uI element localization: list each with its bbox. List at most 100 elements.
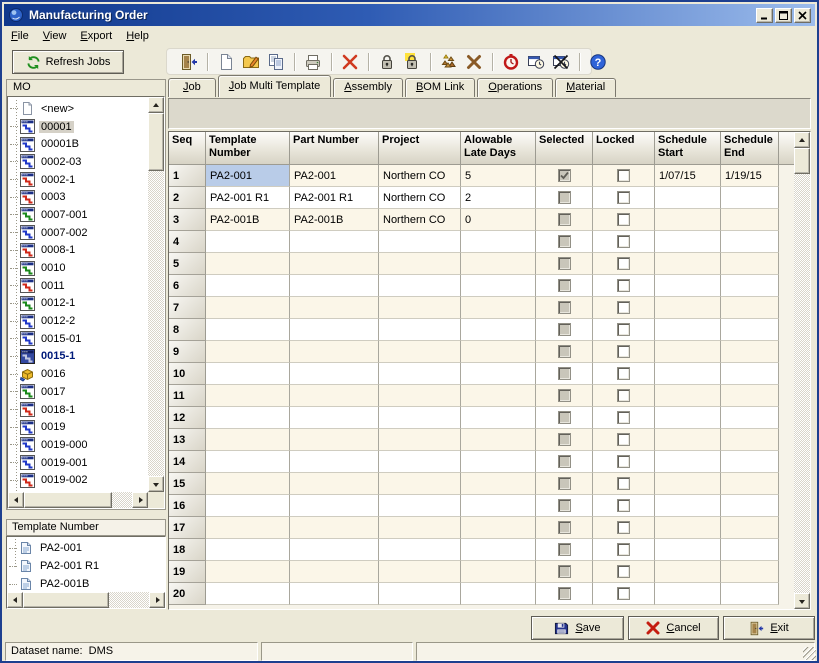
cell-schedule-start[interactable]: [655, 275, 721, 297]
locked-checkbox[interactable]: [617, 213, 630, 226]
cell-template-number[interactable]: [206, 407, 290, 429]
cell-template-number[interactable]: [206, 319, 290, 341]
selected-checkbox[interactable]: [558, 543, 571, 556]
cell-project[interactable]: [379, 385, 461, 407]
cell-schedule-end[interactable]: 1/19/15: [721, 165, 779, 187]
cell-project[interactable]: Northern CO: [379, 209, 461, 231]
cell-allowable-late-days[interactable]: [461, 231, 536, 253]
job-tree-item-0017[interactable]: 0017: [10, 383, 147, 401]
edit-button[interactable]: [240, 51, 262, 73]
locked-checkbox[interactable]: [617, 433, 630, 446]
cell-allowable-late-days[interactable]: [461, 253, 536, 275]
scroll-thumb[interactable]: [148, 113, 164, 171]
cell-allowable-late-days[interactable]: [461, 583, 536, 605]
selected-checkbox[interactable]: [558, 433, 571, 446]
cell-schedule-start[interactable]: [655, 385, 721, 407]
scroll-down-button[interactable]: [148, 476, 164, 492]
column-header-part-number[interactable]: Part Number: [290, 132, 379, 165]
remove-bom-button[interactable]: [463, 51, 485, 73]
scroll-right-button[interactable]: [149, 592, 165, 608]
cell-schedule-start[interactable]: [655, 473, 721, 495]
cell-part-number[interactable]: [290, 429, 379, 451]
job-tree-item-0002-03[interactable]: 0002-03: [10, 153, 147, 171]
cell-allowable-late-days[interactable]: [461, 429, 536, 451]
cell-allowable-late-days[interactable]: [461, 319, 536, 341]
selected-checkbox[interactable]: [558, 213, 571, 226]
column-header-seq[interactable]: Seq: [169, 132, 206, 165]
template-item-pa2-001b[interactable]: PA2-001B: [9, 575, 164, 593]
selected-checkbox[interactable]: [558, 521, 571, 534]
cell-schedule-start[interactable]: [655, 495, 721, 517]
selected-checkbox[interactable]: [558, 301, 571, 314]
row-header-1[interactable]: 1: [169, 165, 206, 187]
cell-schedule-start[interactable]: [655, 341, 721, 363]
locked-checkbox[interactable]: [617, 521, 630, 534]
selected-checkbox[interactable]: [558, 257, 571, 270]
cell-part-number[interactable]: [290, 385, 379, 407]
job-tree-horizontal-scrollbar[interactable]: [8, 492, 148, 508]
scroll-up-button[interactable]: [794, 132, 810, 148]
cell-project[interactable]: Northern CO: [379, 165, 461, 187]
column-header-template-number[interactable]: Template Number: [206, 132, 290, 165]
cell-allowable-late-days[interactable]: [461, 297, 536, 319]
cell-part-number[interactable]: [290, 407, 379, 429]
selected-checkbox[interactable]: [558, 191, 571, 204]
schedule-button[interactable]: [525, 51, 547, 73]
scroll-up-button[interactable]: [148, 97, 164, 113]
template-list-horizontal-scrollbar[interactable]: [7, 592, 165, 608]
row-header-12[interactable]: 12: [169, 407, 206, 429]
job-tree-item-0012-2[interactable]: 0012-2: [10, 312, 147, 330]
selected-checkbox[interactable]: [558, 499, 571, 512]
scroll-left-button[interactable]: [8, 492, 24, 508]
scroll-right-button[interactable]: [132, 492, 148, 508]
cell-schedule-start[interactable]: [655, 407, 721, 429]
row-header-10[interactable]: 10: [169, 363, 206, 385]
cell-project[interactable]: [379, 231, 461, 253]
tab-job[interactable]: Job: [168, 78, 216, 97]
cell-schedule-end[interactable]: [721, 473, 779, 495]
cell-project[interactable]: [379, 429, 461, 451]
row-header-13[interactable]: 13: [169, 429, 206, 451]
menu-view[interactable]: View: [36, 28, 74, 44]
grid-vertical-scrollbar[interactable]: [794, 132, 810, 609]
row-header-14[interactable]: 14: [169, 451, 206, 473]
cell-allowable-late-days[interactable]: [461, 561, 536, 583]
cell-part-number[interactable]: [290, 473, 379, 495]
cell-template-number[interactable]: [206, 341, 290, 363]
locked-checkbox[interactable]: [617, 191, 630, 204]
locked-checkbox[interactable]: [617, 323, 630, 336]
cell-part-number[interactable]: [290, 561, 379, 583]
locked-checkbox[interactable]: [617, 235, 630, 248]
row-header-2[interactable]: 2: [169, 187, 206, 209]
selected-checkbox[interactable]: [558, 169, 571, 182]
locked-checkbox[interactable]: [617, 257, 630, 270]
cell-project[interactable]: [379, 253, 461, 275]
cell-schedule-end[interactable]: [721, 231, 779, 253]
minimize-button[interactable]: [756, 8, 773, 23]
selected-checkbox[interactable]: [558, 565, 571, 578]
cell-schedule-start[interactable]: [655, 429, 721, 451]
cell-schedule-start[interactable]: [655, 451, 721, 473]
selected-checkbox[interactable]: [558, 389, 571, 402]
column-header-locked[interactable]: Locked: [593, 132, 655, 165]
cell-schedule-start[interactable]: [655, 561, 721, 583]
cell-template-number[interactable]: [206, 451, 290, 473]
cell-project[interactable]: [379, 495, 461, 517]
print-button[interactable]: [302, 51, 324, 73]
cell-allowable-late-days[interactable]: [461, 451, 536, 473]
cell-part-number[interactable]: [290, 319, 379, 341]
cell-allowable-late-days[interactable]: [461, 407, 536, 429]
row-header-6[interactable]: 6: [169, 275, 206, 297]
save-button[interactable]: Save: [531, 616, 624, 640]
row-header-9[interactable]: 9: [169, 341, 206, 363]
cell-part-number[interactable]: PA2-001: [290, 165, 379, 187]
locked-checkbox[interactable]: [617, 477, 630, 490]
job-tree-item-0015-1[interactable]: 0015-1: [10, 348, 147, 366]
cell-template-number[interactable]: [206, 231, 290, 253]
cell-schedule-end[interactable]: [721, 407, 779, 429]
cell-part-number[interactable]: [290, 341, 379, 363]
cell-schedule-end[interactable]: [721, 341, 779, 363]
cell-schedule-end[interactable]: [721, 517, 779, 539]
scroll-thumb[interactable]: [794, 148, 810, 174]
selected-checkbox[interactable]: [558, 411, 571, 424]
